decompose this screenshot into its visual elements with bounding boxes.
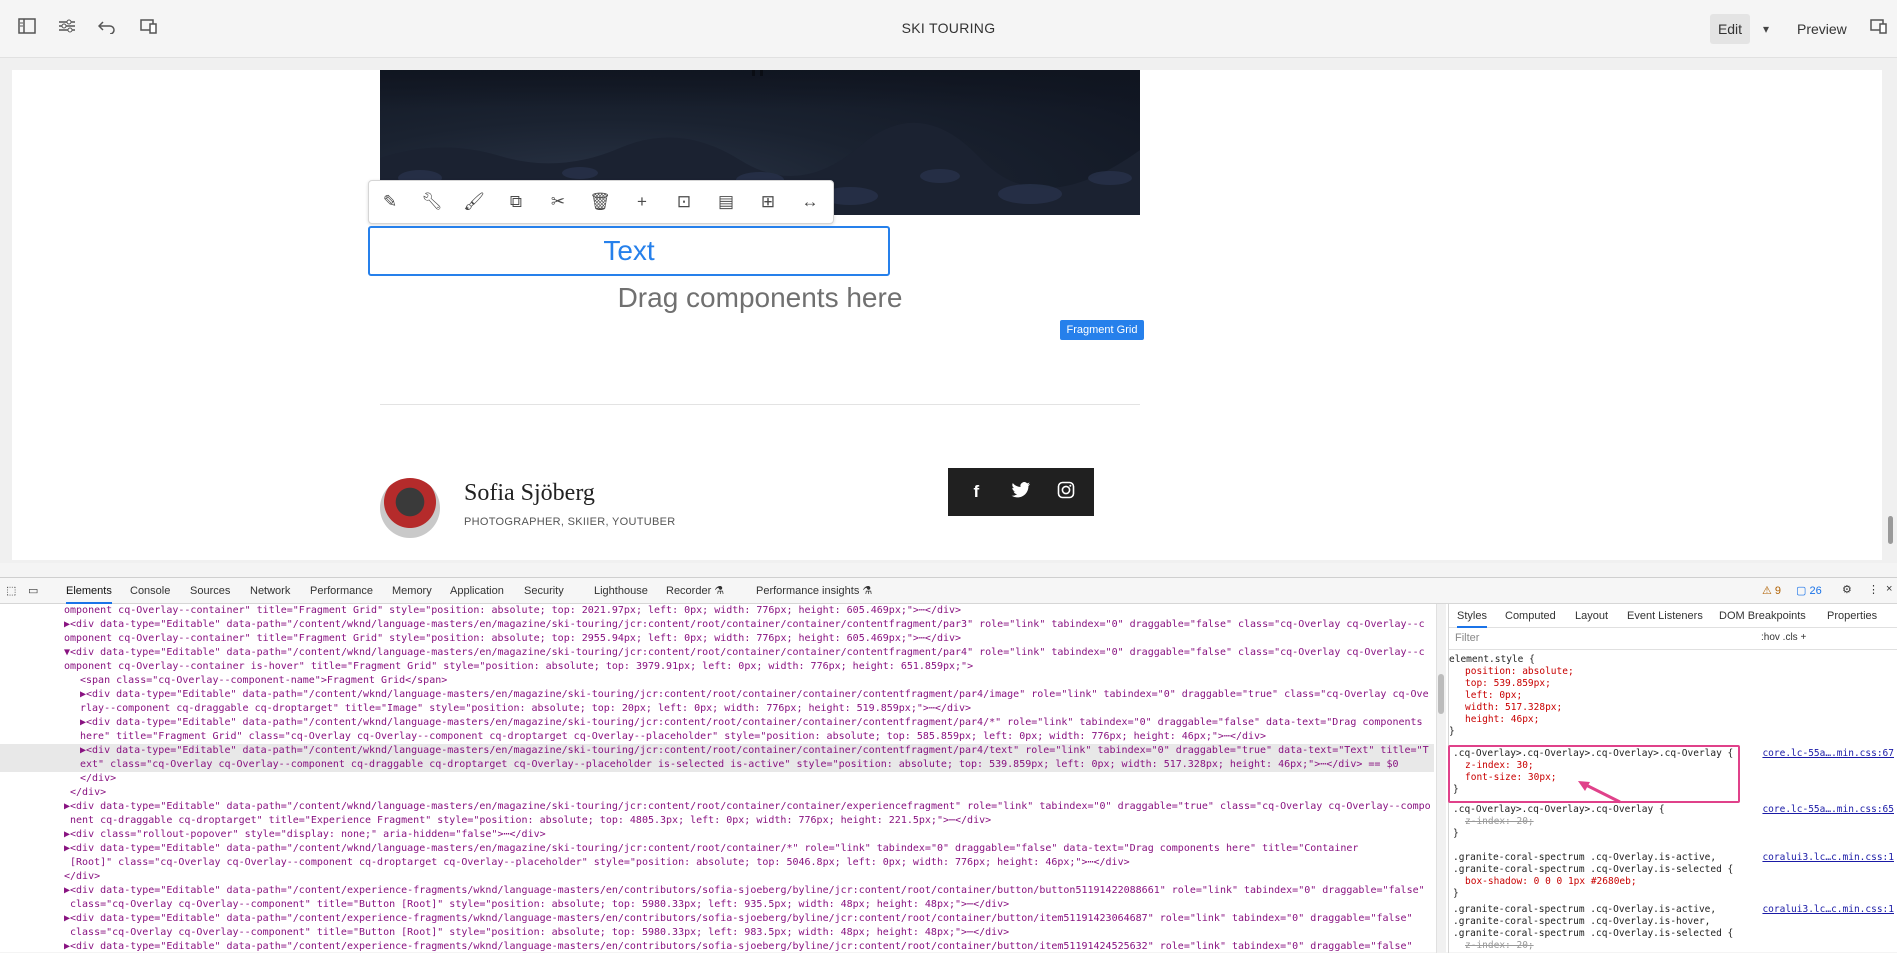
inspect-element-icon[interactable]: ⬚: [6, 578, 16, 604]
tab-network[interactable]: Network: [250, 578, 290, 604]
dom-node-line[interactable]: ▶<div data-type="Editable" data-path="/c…: [0, 940, 1434, 953]
dom-node-line[interactable]: ▶<div data-type="Editable" data-path="/c…: [0, 744, 1434, 758]
preview-button[interactable]: Preview: [1797, 14, 1847, 44]
convert-icon[interactable]: ⊞: [747, 181, 789, 223]
dom-node-line[interactable]: ▶<div data-type="Editable" data-path="/c…: [0, 716, 1434, 730]
component-toolbar: ✎ 🔧︎ 🖌︎ ⧉ ✂ 🗑︎ + ⊡ ▤ ⊞ ↔: [368, 180, 834, 224]
tab-dom-breakpoints[interactable]: DOM Breakpoints: [1719, 604, 1806, 628]
styles-filter: Filter :hov .cls +: [1449, 628, 1897, 650]
drag-components-placeholder[interactable]: Drag components here: [380, 282, 1140, 314]
side-panel-icon[interactable]: [16, 18, 38, 40]
styles-filter-input[interactable]: Filter: [1455, 632, 1479, 644]
dom-node-line[interactable]: class="cq-Overlay cq-Overlay--component"…: [0, 926, 1434, 940]
dom-node-line[interactable]: omponent cq-Overlay--container" title="F…: [0, 604, 1434, 618]
dom-node-line[interactable]: ▶<div class="rollout-popover" style="dis…: [0, 828, 1434, 842]
dom-node-line[interactable]: ext" class="cq-Overlay cq-Overlay--compo…: [0, 758, 1434, 772]
page-info-icon[interactable]: [1870, 18, 1892, 40]
social-links: f: [948, 468, 1094, 516]
style-brush-icon[interactable]: 🖌︎: [453, 181, 495, 223]
layout-resize-arrows-icon[interactable]: ↔: [789, 181, 831, 223]
byline-name: Sofia Sjöberg: [464, 480, 595, 506]
tab-recorder[interactable]: Recorder ⚗: [666, 578, 724, 604]
tab-lighthouse[interactable]: Lighthouse: [594, 578, 648, 604]
tab-elements[interactable]: Elements: [66, 578, 112, 604]
tab-memory[interactable]: Memory: [392, 578, 432, 604]
dom-node-line[interactable]: omponent cq-Overlay--container" title="F…: [0, 632, 1434, 646]
css-rule-is-hover: .granite-coral-spectrum .cq-Overlay.is-a…: [1453, 904, 1894, 951]
dom-node-line[interactable]: </div>: [0, 772, 1434, 786]
elements-scrollbar-thumb[interactable]: [1438, 674, 1444, 714]
tab-sources[interactable]: Sources: [190, 578, 230, 604]
undo-icon[interactable]: [96, 18, 118, 40]
fragment-grid-badge: Fragment Grid: [1060, 320, 1144, 340]
annotation-arrow-icon: [1578, 781, 1621, 804]
element-style-rule: element.style { position: absolute; top:…: [1449, 654, 1574, 737]
page-canvas: ✎ 🔧︎ 🖌︎ ⧉ ✂ 🗑︎ + ⊡ ▤ ⊞ ↔ Text Drag compo…: [12, 70, 1882, 560]
device-toolbar-icon[interactable]: ▭: [28, 578, 38, 604]
devtools-tabbar: ⬚ ▭ Elements Console Sources Network Per…: [0, 578, 1897, 604]
divider: [380, 404, 1140, 405]
tab-layout[interactable]: Layout: [1575, 604, 1608, 628]
edit-pencil-icon[interactable]: ✎: [369, 181, 411, 223]
delete-trash-icon[interactable]: 🗑︎: [579, 181, 621, 223]
dom-node-line[interactable]: ▶<div data-type="Editable" data-path="/c…: [0, 688, 1434, 702]
edit-mode-button[interactable]: Edit: [1710, 14, 1750, 44]
tab-computed[interactable]: Computed: [1505, 604, 1556, 628]
editor-toolbar: SKI TOURING Edit ▾ Preview: [0, 0, 1897, 58]
twitter-icon[interactable]: [1006, 481, 1036, 503]
css-rule-overlay-3: .cq-Overlay>.cq-Overlay>.cq-Overlay { co…: [1453, 804, 1894, 839]
messages-badge[interactable]: ▢ 26: [1796, 584, 1822, 597]
dom-node-line[interactable]: <span class="cq-Overlay--component-name"…: [0, 674, 1434, 688]
emulator-icon[interactable]: [138, 18, 160, 40]
warnings-badge[interactable]: ⚠ 9: [1762, 584, 1781, 597]
dom-node-line[interactable]: </div>: [0, 870, 1434, 884]
page-title: SKI TOURING: [901, 20, 996, 36]
dom-node-line[interactable]: [Root]" class="cq-Overlay cq-Overlay--co…: [0, 856, 1434, 870]
tab-performance-insights[interactable]: Performance insights ⚗: [756, 578, 872, 604]
settings-gear-icon[interactable]: ⚙: [1842, 583, 1852, 596]
tab-application[interactable]: Application: [450, 578, 504, 604]
dom-node-line[interactable]: here" title="Fragment Grid" class="cq-Ov…: [0, 730, 1434, 744]
dom-node-line[interactable]: ▶<div data-type="Editable" data-path="/c…: [0, 800, 1434, 814]
close-icon[interactable]: ×: [1886, 583, 1892, 595]
page-scrollbar-thumb[interactable]: [1888, 516, 1893, 544]
group-icon[interactable]: ⊡: [663, 181, 705, 223]
cut-scissors-icon[interactable]: ✂: [537, 181, 579, 223]
facebook-icon[interactable]: f: [961, 482, 991, 502]
tab-event-listeners[interactable]: Event Listeners: [1627, 604, 1703, 628]
dom-node-line[interactable]: ▶<div data-type="Editable" data-path="/c…: [0, 618, 1434, 632]
more-options-icon[interactable]: ⋮: [1868, 583, 1879, 596]
avatar: [380, 478, 440, 538]
tab-security[interactable]: Security: [524, 578, 564, 604]
dom-node-line[interactable]: ▶<div data-type="Editable" data-path="/c…: [0, 884, 1434, 898]
copy-icon[interactable]: ⧉: [495, 181, 537, 223]
insert-plus-icon[interactable]: +: [621, 181, 663, 223]
dom-node-line[interactable]: omponent cq-Overlay--container is-hover"…: [0, 660, 1434, 674]
editor-canvas-area: ✎ 🔧︎ 🖌︎ ⧉ ✂ 🗑︎ + ⊡ ▤ ⊞ ↔ Text Drag compo…: [0, 58, 1897, 563]
dom-node-line[interactable]: ▶<div data-type="Editable" data-path="/c…: [0, 842, 1434, 856]
tab-styles[interactable]: Styles: [1457, 604, 1487, 628]
dom-node-line[interactable]: ▼<div data-type="Editable" data-path="/c…: [0, 646, 1434, 660]
dom-node-line[interactable]: rlay--component cq-draggable cq-droptarg…: [0, 702, 1434, 716]
styles-tabbar: Styles Computed Layout Event Listeners D…: [1449, 604, 1897, 628]
elements-dom-tree: omponent cq-Overlay--container" title="F…: [0, 604, 1434, 953]
styles-filter-tools[interactable]: :hov .cls +: [1761, 632, 1806, 643]
dom-node-line[interactable]: ▶<div data-type="Editable" data-path="/c…: [0, 912, 1434, 926]
dom-node-line[interactable]: </div>: [0, 786, 1434, 800]
css-rule-is-active: .granite-coral-spectrum .cq-Overlay.is-a…: [1453, 852, 1894, 899]
tab-properties[interactable]: Properties: [1827, 604, 1877, 628]
dom-node-line[interactable]: class="cq-Overlay cq-Overlay--component"…: [0, 898, 1434, 912]
instagram-icon[interactable]: [1051, 481, 1081, 504]
byline-role: PHOTOGRAPHER, SKIIER, YOUTUBER: [464, 516, 676, 528]
chevron-down-icon[interactable]: ▾: [1756, 14, 1776, 44]
tab-performance[interactable]: Performance: [310, 578, 373, 604]
dom-node-line[interactable]: nent cq-draggable cq-droptarget" title="…: [0, 814, 1434, 828]
properties-icon[interactable]: [56, 18, 78, 40]
elements-scrollbar[interactable]: [1436, 604, 1446, 953]
configure-wrench-icon[interactable]: 🔧︎: [411, 181, 453, 223]
text-component-placeholder[interactable]: Text: [368, 226, 890, 276]
layout-icon[interactable]: ▤: [705, 181, 747, 223]
tab-console[interactable]: Console: [130, 578, 170, 604]
